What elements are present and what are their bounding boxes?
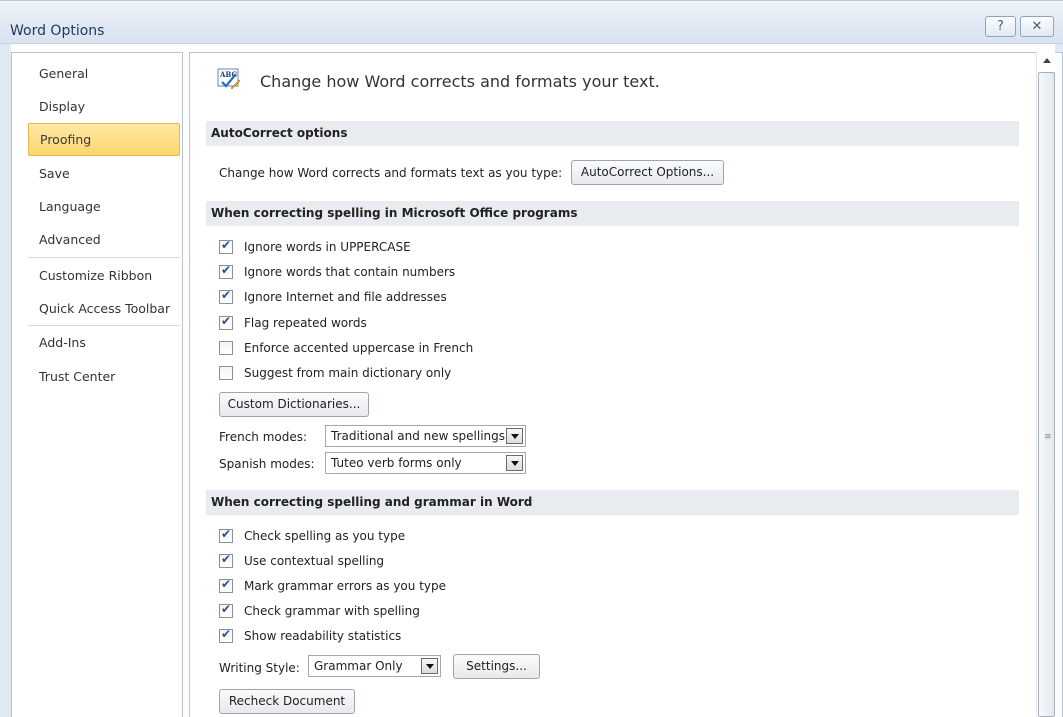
writing-style-value: Grammar Only <box>314 659 403 673</box>
sidebar-item-save[interactable]: Save <box>28 157 180 190</box>
window-title: Word Options <box>10 23 105 39</box>
checkbox-check-spelling-as-you-type[interactable] <box>219 527 233 543</box>
dropdown-arrow-icon[interactable] <box>506 455 523 471</box>
checkbox-label: Flag repeated words <box>244 316 367 330</box>
scrollbar-thumb[interactable]: ≡ <box>1038 72 1055 717</box>
section-word-spelling-grammar: When correcting spelling and grammar in … <box>206 490 1019 515</box>
checkbox-label: Ignore Internet and file addresses <box>244 290 447 304</box>
checkbox-label: Check spelling as you type <box>244 529 406 543</box>
custom-dictionaries-button[interactable]: Custom Dictionaries... <box>219 392 369 417</box>
sidebar-item-language[interactable]: Language <box>28 190 180 223</box>
help-button[interactable]: ? <box>985 16 1016 37</box>
dialog-frame-left <box>0 44 11 717</box>
checkbox-suggest-main-dictionary[interactable] <box>219 366 233 380</box>
checkbox-label: Ignore words in UPPERCASE <box>244 240 411 254</box>
title-bar: Word Options ? ✕ <box>0 0 1063 43</box>
spanish-modes-value: Tuteo verb forms only <box>331 456 462 470</box>
dropdown-arrow-icon[interactable] <box>506 428 523 444</box>
french-modes-label: French modes: <box>219 430 308 444</box>
checkbox-label: Suggest from main dictionary only <box>244 366 452 380</box>
writing-style-select[interactable]: Grammar Only <box>308 655 441 677</box>
checkbox-mark-grammar-errors[interactable] <box>219 577 233 593</box>
checkbox-check-grammar-with-spelling[interactable] <box>219 602 233 618</box>
autocorrect-description: Change how Word corrects and formats tex… <box>219 166 563 180</box>
vertical-scrollbar[interactable]: ≡ <box>1036 52 1055 717</box>
spanish-modes-label: Spanish modes: <box>219 457 315 471</box>
close-button[interactable]: ✕ <box>1020 16 1054 37</box>
proofing-panel: ABC Change how Word corrects and formats… <box>189 52 1063 717</box>
checkbox-readability-statistics[interactable] <box>219 627 233 643</box>
section-autocorrect-options: AutoCorrect options <box>206 121 1019 146</box>
french-modes-select[interactable]: Traditional and new spellings <box>325 425 526 447</box>
sidebar-item-trust-center[interactable]: Trust Center <box>28 360 180 393</box>
sidebar-item-quick-access-toolbar[interactable]: Quick Access Toolbar <box>28 292 180 325</box>
sidebar-item-proofing[interactable]: Proofing <box>28 123 180 156</box>
page-title: Change how Word corrects and formats you… <box>260 72 660 91</box>
sidebar-item-advanced[interactable]: Advanced <box>28 223 180 256</box>
sidebar-item-general[interactable]: General <box>28 57 180 90</box>
checkbox-label: Ignore words that contain numbers <box>244 265 456 279</box>
settings-button[interactable]: Settings... <box>453 654 540 679</box>
scroll-grip-icon: ≡ <box>1044 432 1052 442</box>
checkbox-flag-repeated-words[interactable] <box>219 314 233 330</box>
autocorrect-options-button[interactable]: AutoCorrect Options... <box>571 160 724 185</box>
checkbox-label: Enforce accented uppercase in French <box>244 341 474 355</box>
sidebar-item-add-ins[interactable]: Add-Ins <box>28 326 180 359</box>
abc-spellcheck-icon: ABC <box>217 68 241 90</box>
recheck-document-button[interactable]: Recheck Document <box>219 689 355 714</box>
checkbox-label: Check grammar with spelling <box>244 604 420 618</box>
sidebar-item-customize-ribbon[interactable]: Customize Ribbon <box>28 259 180 292</box>
checkbox-ignore-internet-addresses[interactable] <box>219 288 233 304</box>
checkbox-ignore-uppercase[interactable] <box>219 238 233 254</box>
french-modes-value: Traditional and new spellings <box>331 429 506 443</box>
sidebar-divider <box>28 257 180 258</box>
checkbox-label: Mark grammar errors as you type <box>244 579 446 593</box>
section-office-spelling: When correcting spelling in Microsoft Of… <box>206 201 1019 226</box>
checkbox-label: Use contextual spelling <box>244 554 385 568</box>
checkbox-contextual-spelling[interactable] <box>219 552 233 568</box>
checkbox-label: Show readability statistics <box>244 629 402 643</box>
checkbox-ignore-numbers[interactable] <box>219 263 233 279</box>
title-bar-divider <box>0 43 1063 44</box>
options-sidebar: General Display Proofing Save Language A… <box>11 52 183 717</box>
dropdown-arrow-icon[interactable] <box>421 658 438 674</box>
sidebar-item-display[interactable]: Display <box>28 90 180 123</box>
spanish-modes-select[interactable]: Tuteo verb forms only <box>325 452 526 474</box>
scroll-up-arrow-icon[interactable] <box>1038 53 1055 70</box>
checkbox-enforce-accented-uppercase[interactable] <box>219 341 233 355</box>
writing-style-label: Writing Style: <box>219 661 300 675</box>
